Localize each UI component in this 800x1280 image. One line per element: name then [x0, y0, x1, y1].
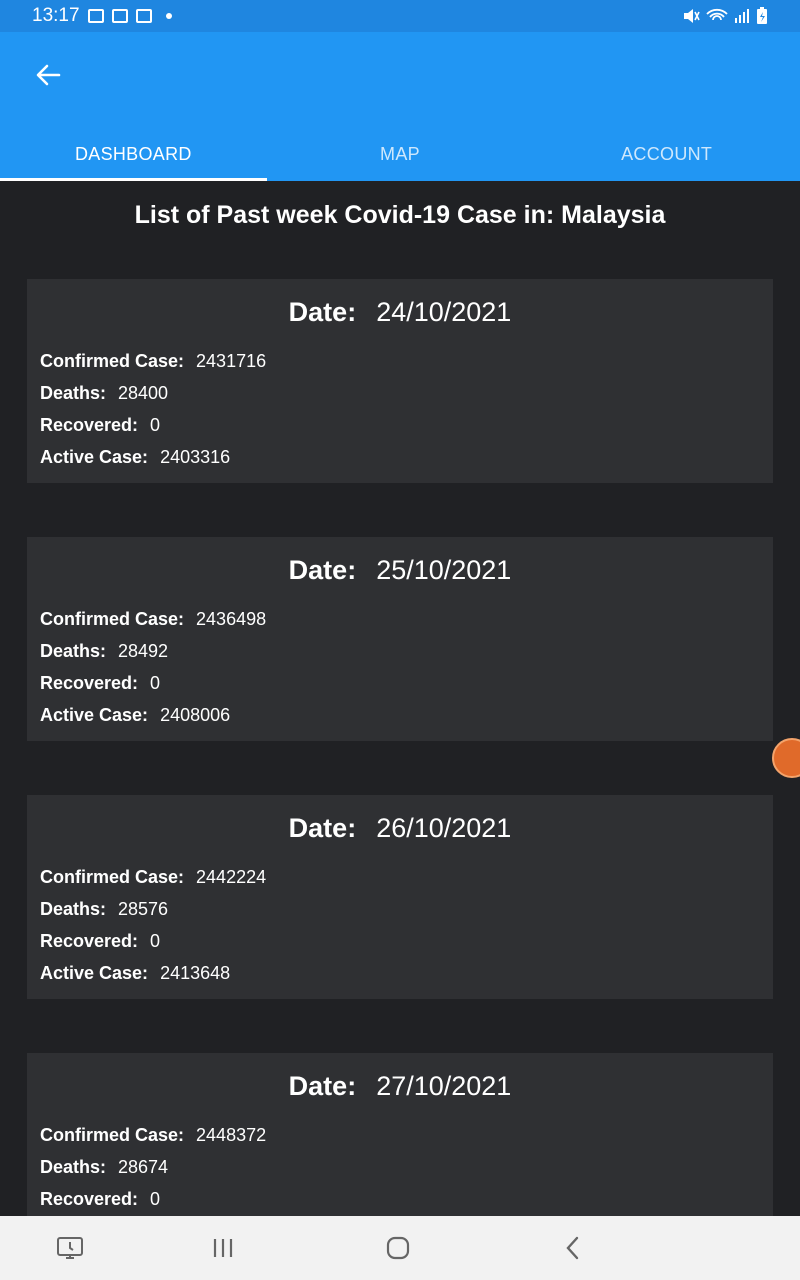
deaths-row: Deaths: 28674 [40, 1151, 773, 1183]
case-card: Date: 25/10/2021 Confirmed Case: 2436498 D… [27, 537, 773, 741]
page-title: List of Past week Covid-19 Case in: Mala… [134, 201, 666, 229]
tab-bar: DASHBOARD MAP ACCOUNT [0, 128, 800, 181]
date-value: 26/10/2021 [376, 813, 512, 843]
battery-icon [757, 7, 767, 24]
confirmed-value: 2436498 [196, 609, 267, 629]
active-value: 2413648 [160, 963, 231, 983]
status-bar: 13:17 [0, 0, 800, 32]
confirmed-value: 2431716 [196, 351, 267, 371]
signal-icon [735, 9, 749, 23]
confirmed-label: Confirmed Case: [40, 351, 185, 371]
status-time: 13:17 [32, 5, 80, 26]
confirmed-row: Confirmed Case: 2436498 [40, 603, 773, 635]
case-card: Date: 27/10/2021 Confirmed Case: 2448372 D… [27, 1053, 773, 1216]
confirmed-row: Confirmed Case: 2448372 [40, 1119, 773, 1151]
card-date: Date: 26/10/2021 [27, 813, 773, 849]
home-icon [386, 1236, 410, 1260]
date-value: 24/10/2021 [376, 297, 512, 327]
deaths-label: Deaths: [40, 899, 107, 919]
home-button[interactable] [368, 1216, 428, 1280]
active-label: Active Case: [40, 447, 149, 467]
recovered-value: 0 [150, 673, 161, 693]
date-value: 27/10/2021 [376, 1071, 512, 1101]
screen-share-icon [57, 1237, 83, 1259]
chevron-left-icon [566, 1236, 579, 1260]
active-row: Active Case: 2403316 [40, 441, 773, 473]
card-date: Date: 25/10/2021 [27, 555, 773, 591]
back-button[interactable] [28, 58, 68, 92]
active-label: Active Case: [40, 705, 149, 725]
date-label: Date: [288, 297, 357, 327]
recovered-label: Recovered: [40, 673, 139, 693]
recovered-value: 0 [150, 415, 161, 435]
recovered-row: Recovered: 0 [40, 667, 773, 699]
deaths-value: 28576 [118, 899, 169, 919]
recovered-label: Recovered: [40, 1189, 139, 1209]
video-icon [111, 9, 128, 23]
wifi-icon [706, 8, 728, 21]
recovered-row: Recovered: 0 [40, 1183, 773, 1215]
date-label: Date: [288, 1071, 357, 1101]
recovered-value: 0 [150, 931, 161, 951]
deaths-label: Deaths: [40, 641, 107, 661]
deaths-row: Deaths: 28576 [40, 893, 773, 925]
active-row: Active Case: 2408006 [40, 699, 773, 731]
card-date: Date: 24/10/2021 [27, 297, 773, 333]
recovered-value: 0 [150, 1189, 161, 1209]
deaths-label: Deaths: [40, 383, 107, 403]
tab-account[interactable]: ACCOUNT [533, 128, 800, 181]
mute-icon [684, 9, 700, 23]
notification-dot-icon [165, 13, 172, 19]
deaths-label: Deaths: [40, 1157, 107, 1177]
confirmed-label: Confirmed Case: [40, 867, 185, 887]
back-nav-button[interactable] [543, 1216, 603, 1280]
tab-map[interactable]: MAP [267, 128, 534, 181]
active-value: 2408006 [160, 705, 231, 725]
active-row: Active Case: 2413648 [40, 957, 773, 989]
case-card: Date: 24/10/2021 Confirmed Case: 2431716 D… [27, 279, 773, 483]
recovered-label: Recovered: [40, 415, 139, 435]
recent-apps-icon [213, 1239, 233, 1257]
confirmed-label: Confirmed Case: [40, 609, 185, 629]
arrow-left-icon [36, 64, 61, 86]
recovered-row: Recovered: 0 [40, 409, 773, 441]
deaths-value: 28400 [118, 383, 169, 403]
date-label: Date: [288, 813, 357, 843]
active-value: 2403316 [160, 447, 231, 467]
recovered-row: Recovered: 0 [40, 925, 773, 957]
confirmed-row: Confirmed Case: 2442224 [40, 861, 773, 893]
screen-share-button[interactable] [40, 1216, 100, 1280]
tab-dashboard[interactable]: DASHBOARD [0, 128, 267, 181]
date-label: Date: [288, 555, 357, 585]
app-bar: DASHBOARD MAP ACCOUNT [0, 32, 800, 181]
system-nav-bar [0, 1216, 800, 1280]
deaths-value: 28674 [118, 1157, 169, 1177]
date-value: 25/10/2021 [376, 555, 512, 585]
confirmed-label: Confirmed Case: [40, 1125, 185, 1145]
deaths-value: 28492 [118, 641, 169, 661]
active-label: Active Case: [40, 963, 149, 983]
recovered-label: Recovered: [40, 931, 139, 951]
screen-share-icon [135, 9, 152, 23]
confirmed-row: Confirmed Case: 2431716 [40, 345, 773, 377]
confirmed-value: 2448372 [196, 1125, 267, 1145]
card-date: Date: 27/10/2021 [27, 1071, 773, 1107]
confirmed-value: 2442224 [196, 867, 267, 887]
case-card: Date: 26/10/2021 Confirmed Case: 2442224 D… [27, 795, 773, 999]
gallery-icon [87, 9, 104, 23]
deaths-row: Deaths: 28492 [40, 635, 773, 667]
deaths-row: Deaths: 28400 [40, 377, 773, 409]
recent-apps-button[interactable] [193, 1216, 253, 1280]
dashboard-content[interactable]: List of Past week Covid-19 Case in: Mala… [0, 181, 800, 1216]
